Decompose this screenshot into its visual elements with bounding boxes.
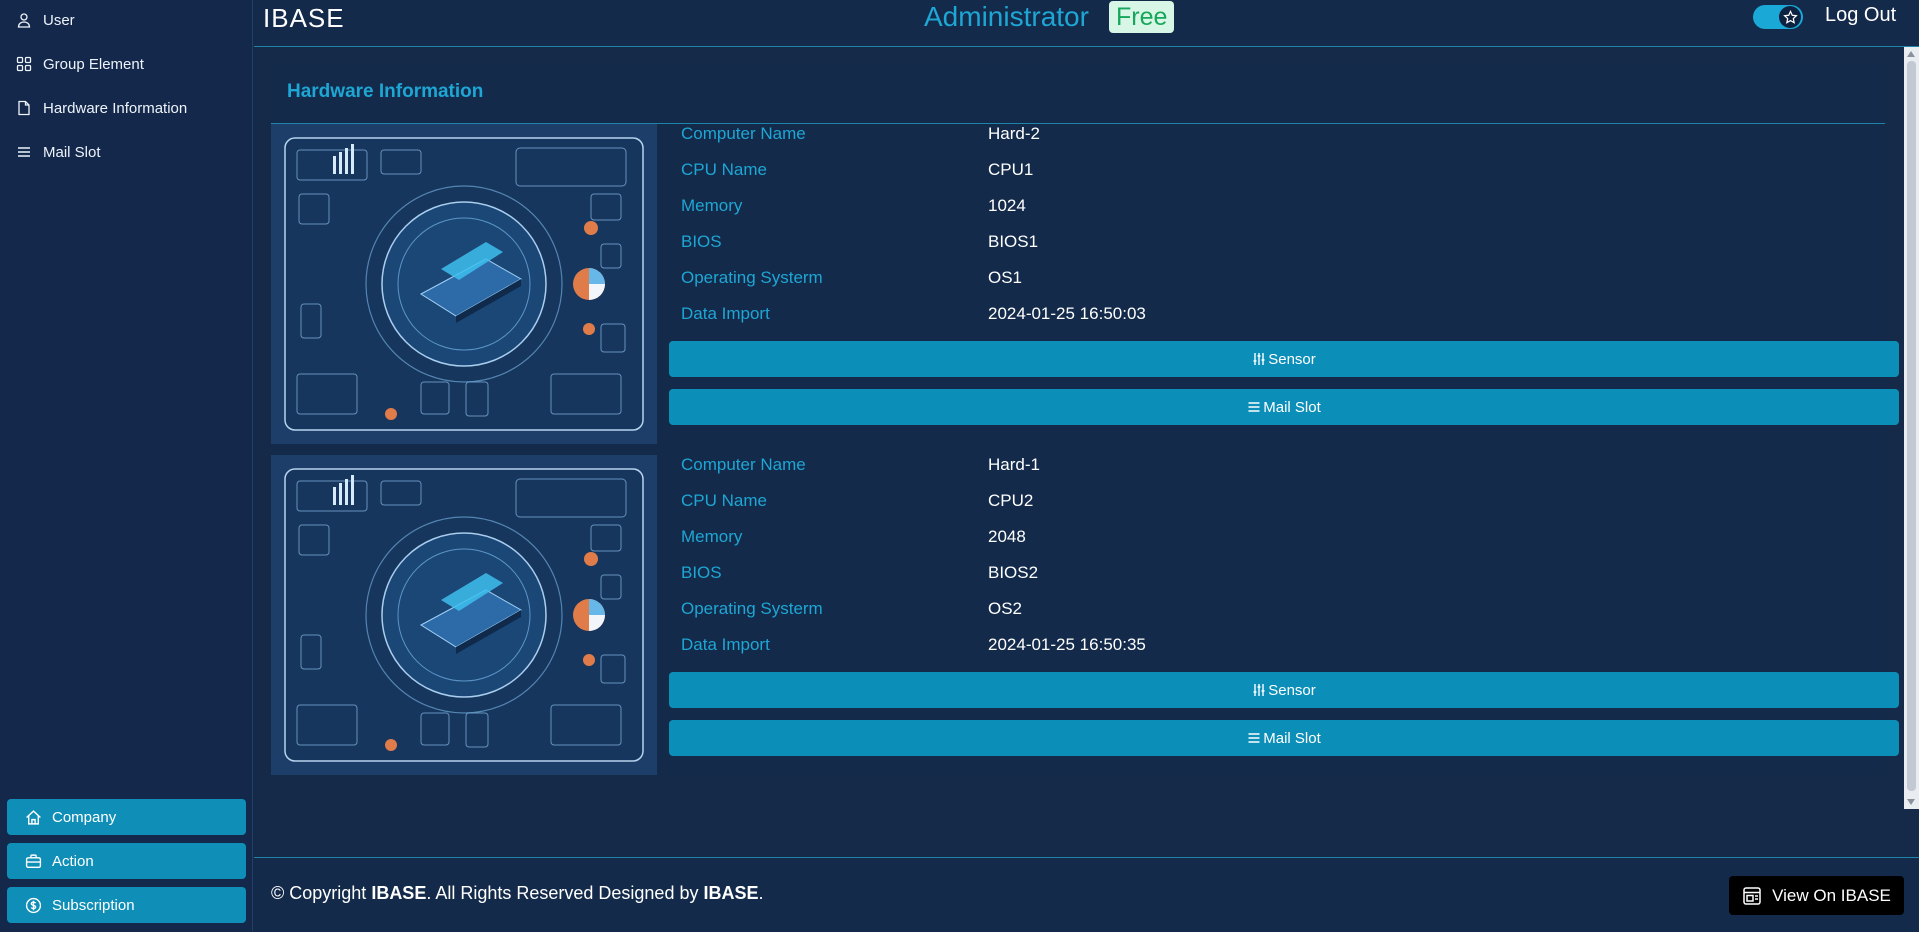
bios-label: BIOS: [681, 232, 722, 251]
scroll-up-icon[interactable]: [1907, 51, 1915, 57]
mail-slot-button[interactable]: Mail Slot: [669, 720, 1899, 756]
subscription-label: Subscription: [52, 896, 135, 914]
data-import-label: Data Import: [681, 635, 770, 654]
top-header: IBASE Administrator Free Log Out: [254, 0, 1919, 47]
copyright-brand: IBASE: [371, 883, 427, 903]
copyright-suffix: .: [758, 883, 764, 903]
list-icon: [1248, 402, 1260, 412]
external-window-icon: [1743, 886, 1761, 905]
view-on-ibase-label: View On IBASE: [1772, 885, 1891, 905]
brand-logo[interactable]: IBASE: [263, 3, 345, 34]
bios-value: BIOS1: [988, 232, 1039, 251]
bios-label: BIOS: [681, 563, 722, 582]
theme-toggle[interactable]: [1753, 5, 1803, 29]
copyright-prefix: © Copyright: [271, 883, 372, 903]
operating-system-label: Operating Systerm: [681, 268, 823, 287]
cpu-name-label: CPU Name: [681, 160, 767, 179]
mail-slot-label: Mail Slot: [1263, 729, 1321, 747]
hardware-illustration-icon: [271, 124, 657, 444]
sidebar: User Group Element Hardware Information …: [0, 0, 253, 931]
memory-label: Memory: [681, 196, 743, 215]
mail-slot-button[interactable]: Mail Slot: [669, 389, 1899, 425]
hardware-image: [271, 124, 657, 444]
sidebar-item-hardware-information[interactable]: Hardware Information: [16, 96, 187, 120]
sensor-label: Sensor: [1268, 350, 1316, 368]
bios-value: BIOS2: [988, 563, 1039, 582]
data-import-label: Data Import: [681, 304, 770, 323]
view-on-ibase-button[interactable]: View On IBASE: [1729, 876, 1904, 915]
hardware-image: [271, 455, 657, 775]
cpu-name-label: CPU Name: [681, 491, 767, 510]
grid-icon: [16, 56, 32, 72]
sensor-label: Sensor: [1268, 681, 1316, 699]
home-icon: [26, 809, 41, 825]
sidebar-item-label: Hardware Information: [43, 99, 188, 117]
data-import-value: 2024-01-25 16:50:03: [988, 304, 1146, 323]
memory-label: Memory: [681, 527, 743, 546]
sensor-button[interactable]: Sensor: [669, 672, 1899, 708]
operating-system-value: OS2: [988, 599, 1023, 618]
memory-value: 1024: [988, 196, 1026, 215]
scroll-down-icon[interactable]: [1907, 799, 1915, 805]
mail-slot-label: Mail Slot: [1263, 398, 1321, 416]
list-icon: [1248, 733, 1260, 743]
scroll-thumb[interactable]: [1907, 61, 1916, 791]
hardware-panel: Hardware Information Computer Name Hard-…: [271, 63, 1899, 775]
star-icon: [1782, 9, 1798, 24]
sensor-button[interactable]: Sensor: [669, 341, 1899, 377]
memory-value: 2048: [988, 527, 1026, 546]
computer-name-value: Hard-1: [988, 455, 1040, 474]
computer-name-value: Hard-2: [988, 124, 1040, 143]
sidebar-item-user[interactable]: User: [16, 8, 75, 32]
sidebar-item-group-element[interactable]: Group Element: [16, 52, 144, 76]
sidebar-item-mail-slot[interactable]: Mail Slot: [16, 140, 101, 164]
hardware-card: Computer Name Hard-1 CPU Name CPU2 Memor…: [271, 455, 1901, 775]
cpu-name-value: CPU1: [988, 160, 1034, 179]
action-label: Action: [52, 852, 94, 870]
dollar-circle-icon: [25, 897, 42, 913]
hardware-card: Computer Name Hard-2 CPU Name CPU1 Memor…: [271, 124, 1901, 444]
hardware-illustration-icon: [271, 455, 657, 775]
subscription-button[interactable]: Subscription: [7, 887, 246, 923]
main-content: Hardware Information Computer Name Hard-…: [254, 47, 1905, 856]
copyright-text: © Copyright IBASE. All Rights Reserved D…: [271, 883, 764, 904]
data-import-value: 2024-01-25 16:50:35: [988, 635, 1146, 654]
sidebar-item-label: Mail Slot: [43, 143, 101, 161]
company-button[interactable]: Company: [7, 799, 246, 835]
briefcase-icon: [25, 853, 42, 868]
computer-name-label: Computer Name: [681, 455, 806, 474]
content-scrollbar[interactable]: [1904, 47, 1919, 809]
cpu-name-value: CPU2: [988, 491, 1034, 510]
plan-badge: Free: [1109, 1, 1175, 33]
document-icon: [18, 100, 30, 116]
sidebar-item-label: Group Element: [43, 55, 144, 73]
logout-button[interactable]: Log Out: [1825, 4, 1896, 27]
list-icon: [18, 147, 30, 157]
company-label: Company: [52, 808, 117, 826]
operating-system-value: OS1: [988, 268, 1023, 287]
user-icon: [17, 13, 31, 28]
designer-name: IBASE: [703, 883, 759, 903]
operating-system-label: Operating Systerm: [681, 599, 823, 618]
sliders-icon: [1253, 684, 1265, 696]
computer-name-label: Computer Name: [681, 124, 806, 143]
user-role-title: Administrator: [924, 1, 1089, 32]
sidebar-item-label: User: [43, 11, 75, 29]
toggle-knob: [1779, 6, 1801, 28]
copyright-middle: . All Rights Reserved Designed by: [426, 883, 704, 903]
page-title: Hardware Information: [287, 81, 484, 102]
sliders-icon: [1253, 353, 1265, 365]
action-button[interactable]: Action: [7, 843, 246, 879]
footer: © Copyright IBASE. All Rights Reserved D…: [254, 857, 1919, 932]
